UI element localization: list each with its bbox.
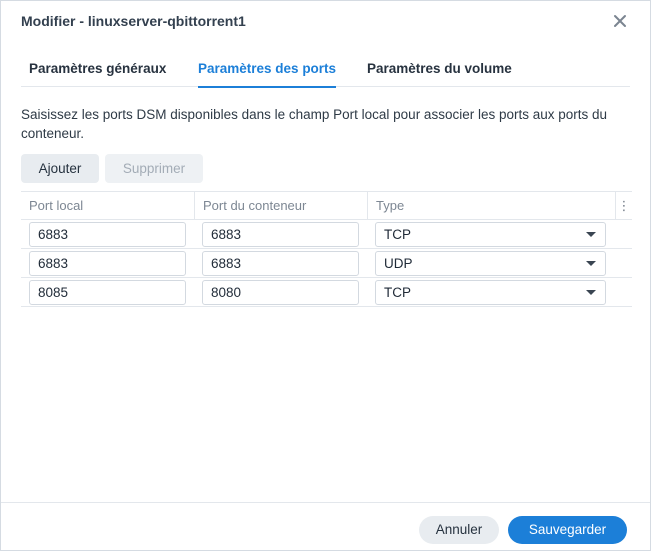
type-select[interactable]: TCP bbox=[375, 222, 606, 247]
local-port-input[interactable]: 6883 bbox=[29, 251, 186, 276]
table-row: 6883 6883 TCP bbox=[21, 220, 632, 249]
table-row: 8085 8080 TCP bbox=[21, 278, 632, 307]
column-header-type[interactable]: Type bbox=[367, 192, 615, 220]
tab-general-settings[interactable]: Paramètres généraux bbox=[29, 61, 166, 76]
description-text: Saisissez les ports DSM disponibles dans… bbox=[21, 107, 608, 141]
dialog: Modifier - linuxserver-qbittorrent1 Para… bbox=[0, 0, 651, 551]
more-vertical-icon[interactable]: ⋮ bbox=[615, 192, 632, 220]
chevron-down-icon bbox=[586, 290, 596, 295]
tab-port-settings[interactable]: Paramètres des ports bbox=[198, 61, 337, 88]
dialog-footer: Annuler Sauvegarder bbox=[1, 502, 650, 550]
type-select[interactable]: UDP bbox=[375, 251, 606, 276]
add-button[interactable]: Ajouter bbox=[21, 154, 99, 183]
port-table: Port local Port du conteneur Type ⋮ 6883… bbox=[21, 191, 632, 307]
table-row: 6883 6883 UDP bbox=[21, 249, 632, 278]
close-icon[interactable] bbox=[610, 11, 630, 31]
save-button[interactable]: Sauvegarder bbox=[508, 516, 627, 544]
local-port-input[interactable]: 6883 bbox=[29, 222, 186, 247]
chevron-down-icon bbox=[586, 261, 596, 266]
table-header: Port local Port du conteneur Type ⋮ bbox=[21, 191, 632, 220]
tab-bar: Paramètres généraux Paramètres des ports… bbox=[21, 41, 630, 88]
title-bar: Modifier - linuxserver-qbittorrent1 bbox=[1, 1, 650, 41]
cancel-button[interactable]: Annuler bbox=[419, 516, 499, 544]
type-select-value: UDP bbox=[384, 256, 413, 271]
local-port-input[interactable]: 8085 bbox=[29, 280, 186, 305]
column-header-local-port[interactable]: Port local bbox=[21, 192, 194, 220]
type-select[interactable]: TCP bbox=[375, 280, 606, 305]
container-port-input[interactable]: 6883 bbox=[202, 222, 359, 247]
column-header-container-port[interactable]: Port du conteneur bbox=[194, 192, 367, 220]
chevron-down-icon bbox=[586, 232, 596, 237]
container-port-input[interactable]: 8080 bbox=[202, 280, 359, 305]
tab-volume-settings[interactable]: Paramètres du volume bbox=[367, 61, 512, 76]
dialog-title: Modifier - linuxserver-qbittorrent1 bbox=[21, 13, 246, 29]
container-port-input[interactable]: 6883 bbox=[202, 251, 359, 276]
delete-button[interactable]: Supprimer bbox=[105, 154, 203, 183]
type-select-value: TCP bbox=[384, 227, 411, 242]
type-select-value: TCP bbox=[384, 285, 411, 300]
